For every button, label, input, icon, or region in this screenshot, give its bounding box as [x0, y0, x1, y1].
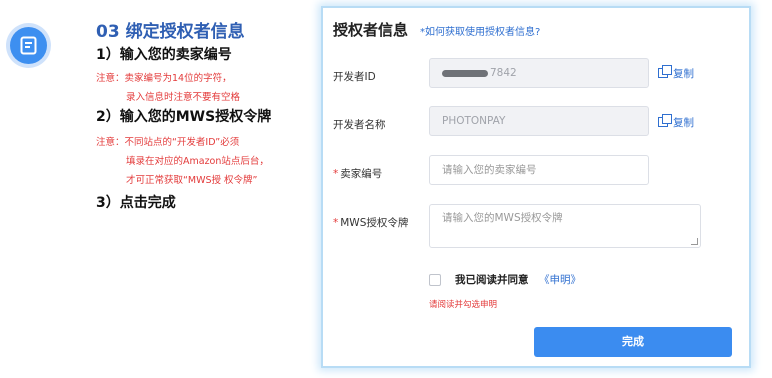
- mws-token-textarea[interactable]: 请输入您的MWS授权令牌: [429, 204, 701, 248]
- copy-icon: [658, 114, 672, 127]
- step3-heading: 3）点击完成: [96, 195, 176, 211]
- copy-label: 复制: [673, 117, 694, 129]
- required-mark: *: [333, 168, 339, 180]
- required-mark: *: [333, 217, 339, 229]
- copy-label: 复制: [673, 68, 694, 80]
- copy-icon: [658, 65, 672, 78]
- document-step-icon: [10, 27, 47, 64]
- seller-id-input[interactable]: 请输入您的卖家编号: [429, 155, 649, 185]
- agree-error-message: 请阅读并勾选申明: [429, 300, 498, 310]
- agree-text: 我已阅读并同意: [455, 274, 529, 286]
- agree-checkbox[interactable]: [429, 274, 441, 286]
- developer-id-value: 7842: [490, 67, 517, 79]
- resize-handle[interactable]: [691, 238, 698, 245]
- submit-button[interactable]: 完成: [534, 327, 732, 357]
- instructions-title: 03 绑定授权者信息: [96, 22, 245, 42]
- statement-link[interactable]: 《申明》: [539, 272, 581, 287]
- step1-note-line2: 录入信息时注意不要有空格: [126, 92, 241, 103]
- help-link[interactable]: *如何获取使用授权者信息?: [420, 23, 540, 38]
- step2-note-line2: 填录在对应的Amazon站点后台，: [126, 156, 269, 167]
- step2-heading: 2）输入您的MWS授权令牌: [96, 109, 272, 125]
- step1-heading: 1）输入您的卖家编号: [96, 47, 232, 63]
- seller-id-label-text: 卖家编号: [340, 168, 383, 180]
- mws-token-label: * MWS授权令牌: [333, 215, 408, 230]
- redacted-mask: [442, 69, 488, 77]
- step2-note-line1: 注意：不同站点的“开发者ID”必须: [96, 137, 240, 148]
- developer-name-value: PHOTONPAY: [442, 115, 506, 127]
- copy-developer-id-button[interactable]: 复制: [658, 65, 694, 81]
- form-title: 授权者信息: [333, 21, 409, 39]
- mws-token-label-text: MWS授权令牌: [340, 217, 409, 229]
- developer-id-field: 7842: [429, 58, 649, 88]
- document-icon: [20, 36, 37, 55]
- step2-note-line3: 才可正常获取“MWS授 权令牌”: [126, 175, 258, 186]
- copy-developer-name-button[interactable]: 复制: [658, 114, 694, 130]
- seller-id-placeholder: 请输入您的卖家编号: [442, 164, 537, 176]
- developer-id-label: 开发者ID: [333, 71, 376, 83]
- seller-id-label: * 卖家编号: [333, 166, 382, 181]
- step1-note-line1: 注意：卖家编号为14位的字符，: [96, 73, 232, 84]
- mws-token-placeholder: 请输入您的MWS授权令牌: [442, 212, 563, 224]
- authorizer-info-form: 授权者信息 *如何获取使用授权者信息? 开发者ID 7842 复制 开发者名称 …: [321, 6, 751, 368]
- developer-name-label: 开发者名称: [333, 119, 386, 131]
- developer-name-field: PHOTONPAY: [429, 106, 649, 136]
